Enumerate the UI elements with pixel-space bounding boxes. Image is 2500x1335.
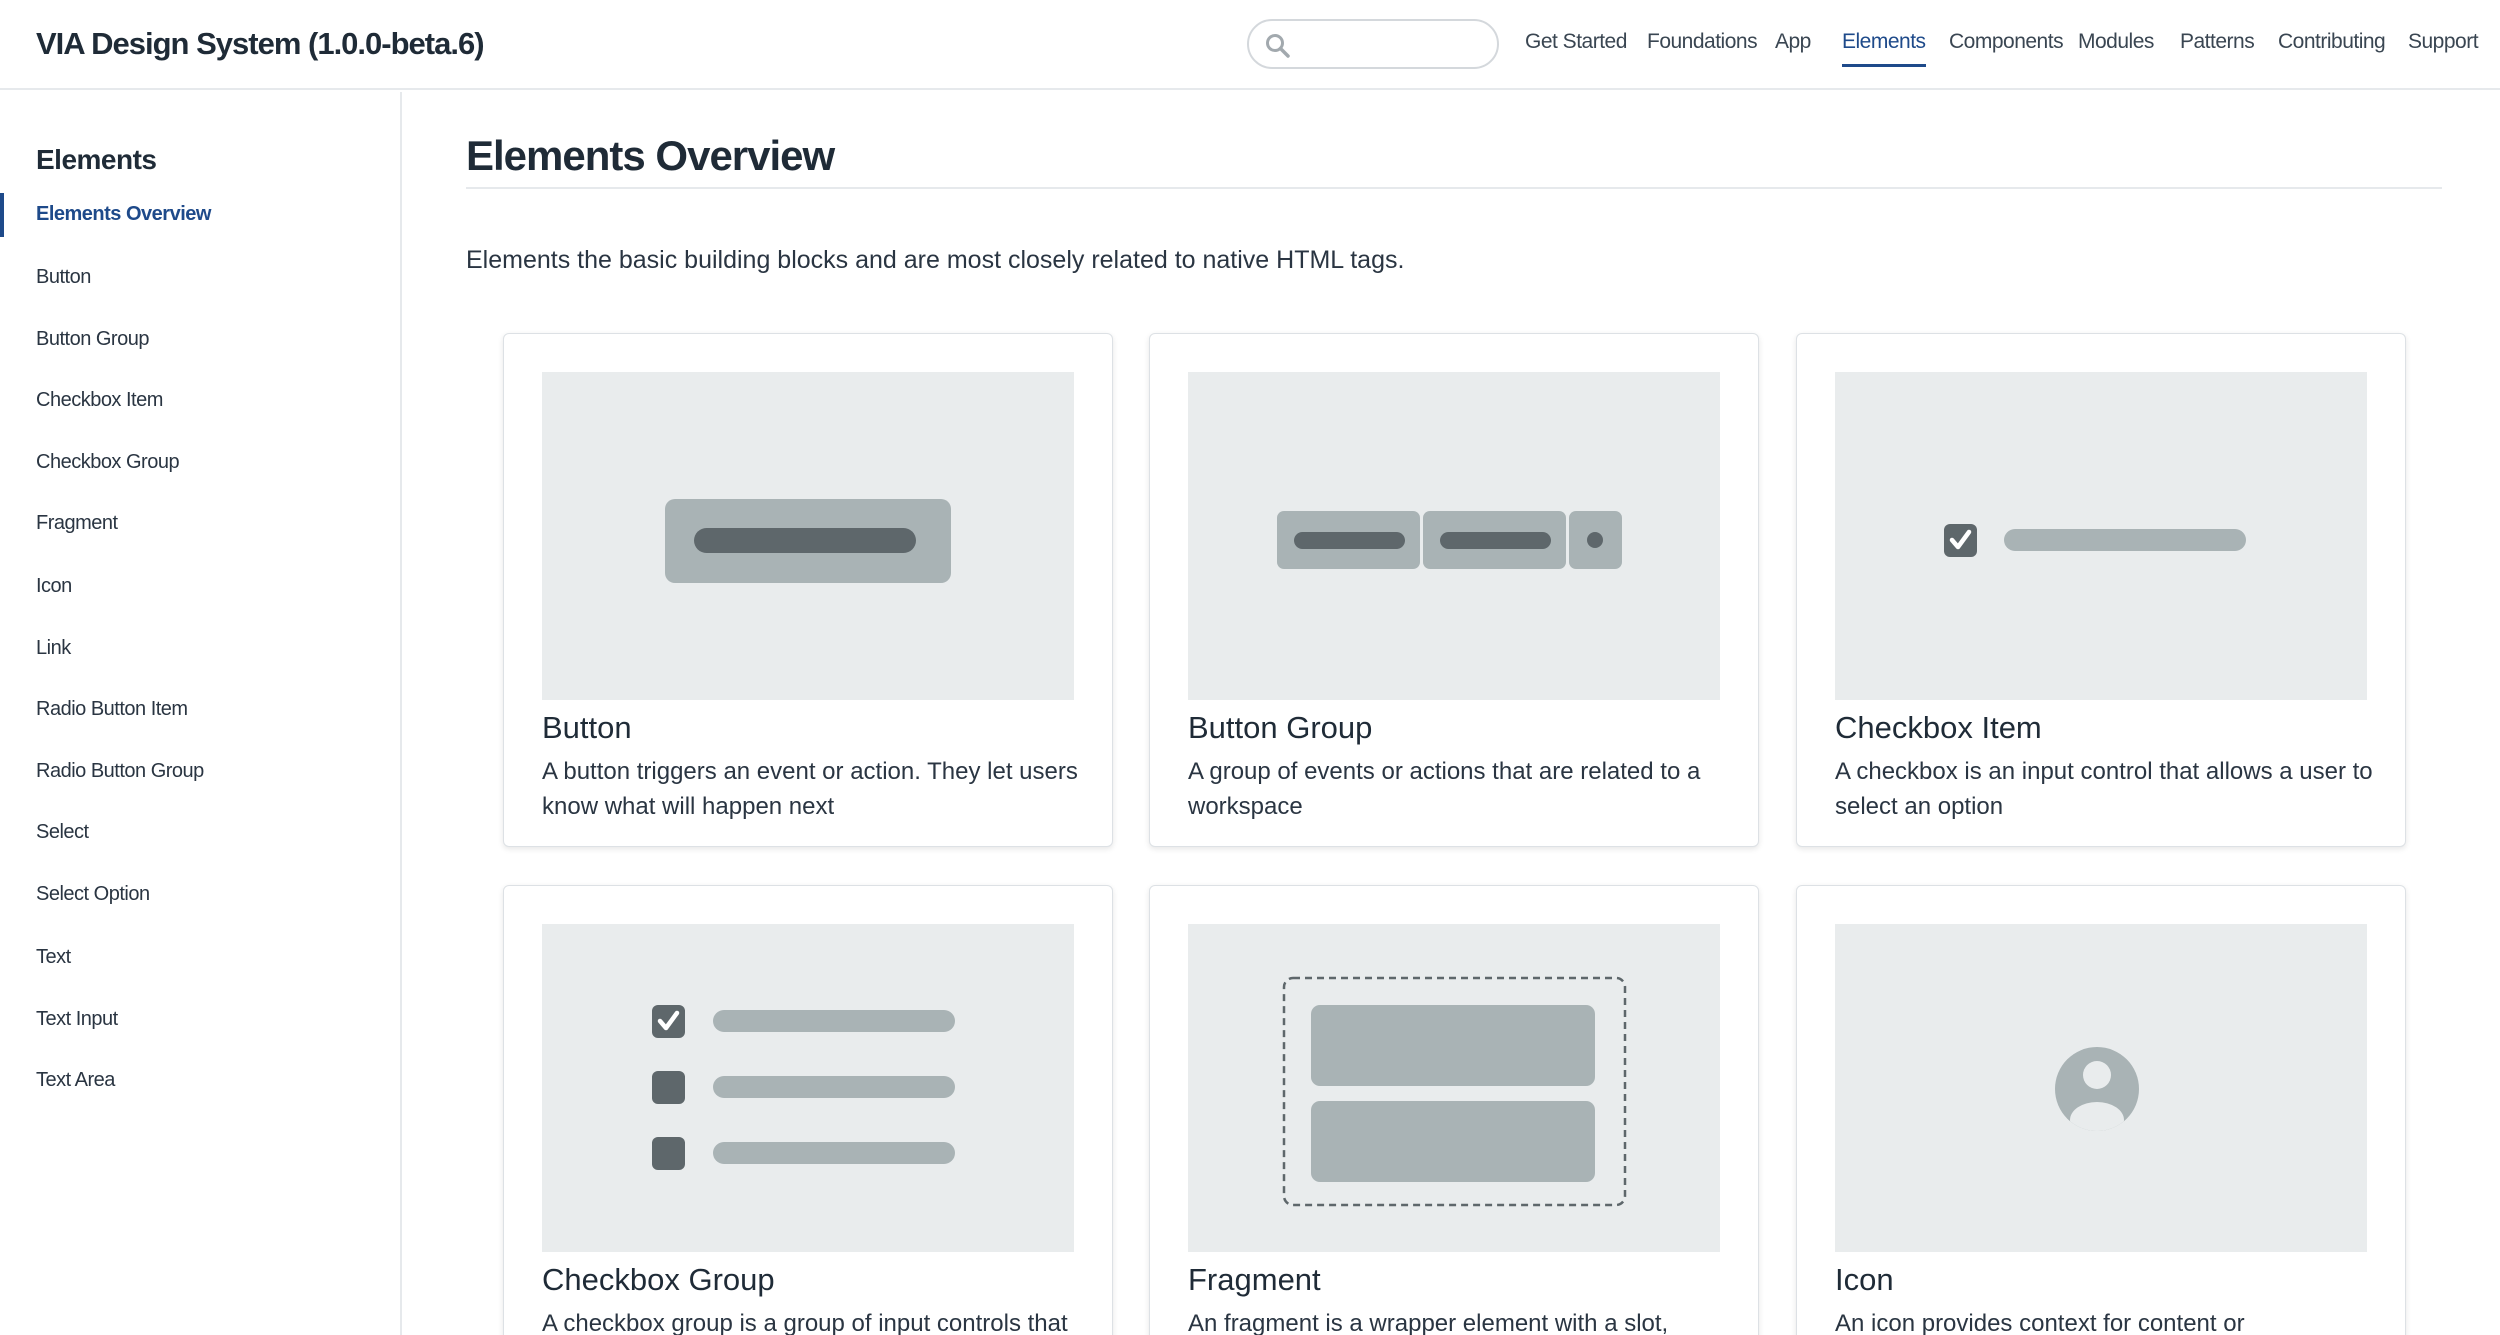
card-icon[interactable]: Icon An icon provides context for conten… xyxy=(1796,885,2406,1335)
card-description: A checkbox group is a group of input con… xyxy=(542,1310,1068,1335)
sidebar-item-fragment[interactable]: Fragment xyxy=(36,512,118,535)
nav-support[interactable]: Support xyxy=(2408,30,2479,54)
page-title: Elements Overview xyxy=(466,132,835,179)
card-title: Checkbox Group xyxy=(542,1262,775,1297)
checkbox-item-illustration xyxy=(1835,372,2367,700)
sidebar-item-radio-button-group[interactable]: Radio Button Group xyxy=(36,760,204,783)
sidebar: Elements Elements Overview Button Button… xyxy=(0,92,402,1335)
sidebar-item-radio-button-item[interactable]: Radio Button Item xyxy=(36,698,188,721)
sidebar-item-text[interactable]: Text xyxy=(36,946,71,969)
top-nav: Get Started Foundations App Elements Com… xyxy=(0,30,2500,67)
user-icon-illustration xyxy=(1835,924,2367,1252)
sidebar-title: Elements xyxy=(36,144,157,175)
nav-get-started[interactable]: Get Started xyxy=(1525,30,1627,54)
card-title: Fragment xyxy=(1188,1262,1321,1297)
card-button[interactable]: Button A button triggers an event or act… xyxy=(503,333,1113,847)
button-illustration xyxy=(542,372,1074,700)
sidebar-item-checkbox-item[interactable]: Checkbox Item xyxy=(36,389,163,412)
card-description: A button triggers an event or action. Th… xyxy=(542,758,1078,820)
sidebar-item-link[interactable]: Link xyxy=(36,637,71,660)
card-title: Checkbox Item xyxy=(1835,710,2042,745)
sidebar-item-text-input[interactable]: Text Input xyxy=(36,1008,118,1031)
card-checkbox-item[interactable]: Checkbox Item A checkbox is an input con… xyxy=(1796,333,2406,847)
nav-app[interactable]: App xyxy=(1775,30,1811,54)
intro-text: Elements the basic building blocks and a… xyxy=(466,246,1405,274)
checkbox-group-illustration xyxy=(542,924,1074,1252)
nav-elements[interactable]: Elements xyxy=(1842,30,1926,67)
nav-patterns[interactable]: Patterns xyxy=(2180,30,2255,54)
card-fragment[interactable]: Fragment An fragment is a wrapper elemen… xyxy=(1149,885,1759,1335)
card-checkbox-group[interactable]: Checkbox Group A checkbox group is a gro… xyxy=(503,885,1113,1335)
card-title: Button Group xyxy=(1188,710,1373,745)
card-title: Button xyxy=(542,710,632,745)
sidebar-item-select-option[interactable]: Select Option xyxy=(36,883,150,906)
nav-components[interactable]: Components xyxy=(1949,30,2064,54)
sidebar-item-checkbox-group[interactable]: Checkbox Group xyxy=(36,451,180,474)
sidebar-item-button-group[interactable]: Button Group xyxy=(36,328,149,351)
sidebar-item-icon[interactable]: Icon xyxy=(36,575,72,598)
title-divider xyxy=(466,187,2442,189)
nav-foundations[interactable]: Foundations xyxy=(1647,30,1758,54)
card-description: An icon provides context for content or xyxy=(1835,1310,2245,1335)
nav-contributing[interactable]: Contributing xyxy=(2278,30,2386,54)
nav-modules[interactable]: Modules xyxy=(2078,30,2154,54)
button-group-illustration xyxy=(1188,372,1720,700)
card-description: A checkbox is an input control that allo… xyxy=(1835,758,2373,820)
top-header: VIA Design System (1.0.0-beta.6) Get Sta… xyxy=(0,0,2500,90)
sidebar-item-text-area[interactable]: Text Area xyxy=(36,1069,115,1092)
sidebar-item-elements-overview[interactable]: Elements Overview xyxy=(36,203,211,226)
sidebar-item-select[interactable]: Select xyxy=(36,821,89,844)
card-button-group[interactable]: Button Group A group of events or action… xyxy=(1149,333,1759,847)
sidebar-item-button[interactable]: Button xyxy=(36,266,91,289)
card-description: A group of events or actions that are re… xyxy=(1188,758,1701,820)
fragment-illustration xyxy=(1188,924,1720,1252)
card-description: An fragment is a wrapper element with a … xyxy=(1188,1310,1669,1335)
card-title: Icon xyxy=(1835,1262,1894,1297)
sidebar-active-indicator xyxy=(0,193,4,237)
